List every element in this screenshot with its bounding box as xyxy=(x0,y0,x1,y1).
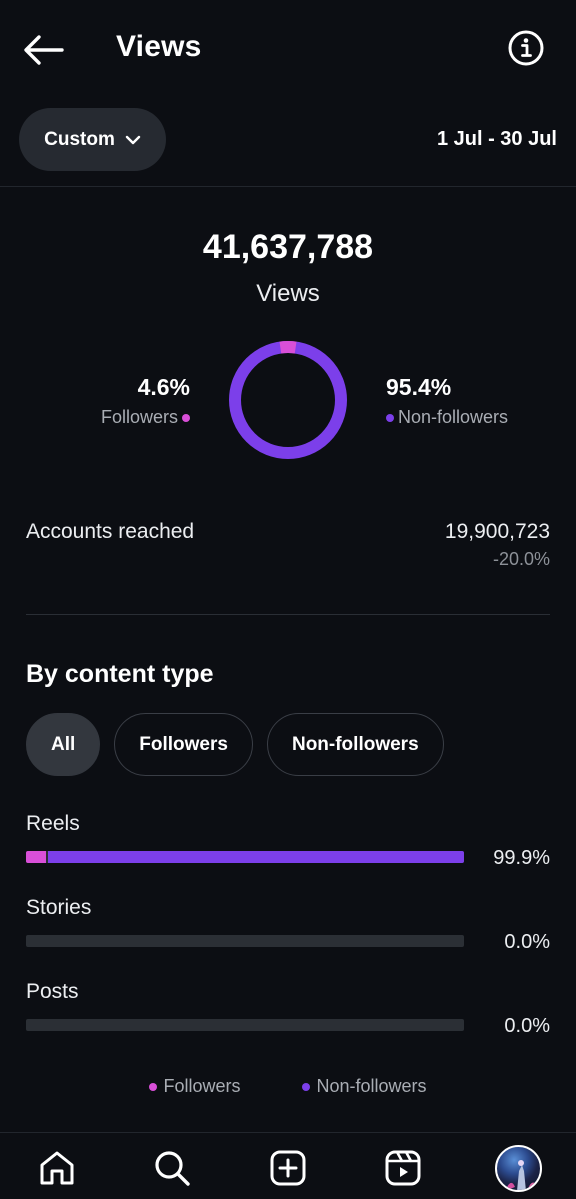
bar-followers-segment xyxy=(26,851,46,863)
legend-followers-label: Followers xyxy=(163,1076,241,1096)
search-icon xyxy=(155,1151,190,1186)
nav-search[interactable] xyxy=(151,1147,193,1189)
legend-followers: Followers xyxy=(149,1076,240,1097)
content-filter-chips: All Followers Non-followers xyxy=(26,713,444,776)
legend-nonfollowers: Non-followers xyxy=(302,1076,427,1097)
bar-track xyxy=(26,1019,464,1031)
content-row-label: Posts xyxy=(26,980,79,1003)
bar-track xyxy=(26,935,464,947)
profile-avatar[interactable] xyxy=(495,1145,542,1192)
period-label: Custom xyxy=(44,128,115,150)
accounts-reached-change: -20.0% xyxy=(492,549,550,569)
nonfollowers-legend: Non-followers xyxy=(386,407,508,428)
content-row-posts: Posts 0.0% xyxy=(26,980,550,1037)
views-insights-screen: Views Custom 1 Jul - 30 Jul 41,637,788 V… xyxy=(0,0,576,1199)
nonfollowers-dot-icon xyxy=(302,1082,311,1091)
divider xyxy=(0,186,576,187)
home-icon xyxy=(40,1151,74,1185)
date-range[interactable]: 1 Jul - 30 Jul xyxy=(437,128,557,151)
total-views-value: 41,637,788 xyxy=(202,228,374,266)
bottom-nav xyxy=(0,1132,576,1199)
chevron-down-icon xyxy=(125,135,141,144)
section-title: By content type xyxy=(26,660,214,688)
followers-legend: Followers xyxy=(101,407,190,428)
content-row-percent: 99.9% xyxy=(493,847,550,869)
bar-track xyxy=(26,851,464,863)
legend-nonfollowers-label: Non-followers xyxy=(316,1076,427,1096)
page-title: Views xyxy=(116,30,202,63)
back-button[interactable] xyxy=(22,30,66,70)
accounts-reached-label: Accounts reached xyxy=(26,520,195,543)
donut-followers-arc xyxy=(279,341,297,354)
divider xyxy=(26,614,550,615)
chip-followers[interactable]: Followers xyxy=(114,713,253,776)
filter-row: Custom 1 Jul - 30 Jul xyxy=(0,108,576,172)
content-row-percent: 0.0% xyxy=(504,931,550,953)
chart-legend: Followers Non-followers xyxy=(0,1076,576,1097)
create-icon xyxy=(270,1150,306,1186)
followers-percent: 4.6% xyxy=(137,374,190,400)
info-button[interactable] xyxy=(508,30,544,66)
donut-nonfollowers-arc xyxy=(229,341,347,459)
avatar-image xyxy=(505,1160,538,1190)
bar-nonfollowers-segment xyxy=(48,851,464,863)
header: Views xyxy=(0,0,576,98)
content-row-label: Reels xyxy=(26,812,80,835)
content-row-label: Stories xyxy=(26,896,92,919)
views-donut-chart xyxy=(229,341,347,459)
reels-icon xyxy=(385,1150,421,1186)
nav-home[interactable] xyxy=(36,1147,78,1189)
chip-all[interactable]: All xyxy=(26,713,101,776)
nonfollowers-stat: 95.4% Non-followers xyxy=(386,374,508,428)
followers-label: Followers xyxy=(100,407,178,427)
nonfollowers-percent: 95.4% xyxy=(386,374,452,400)
period-dropdown[interactable]: Custom xyxy=(19,108,166,171)
info-icon xyxy=(508,30,544,66)
followers-dot-icon xyxy=(149,1082,158,1091)
content-row-reels: Reels 99.9% xyxy=(26,812,550,869)
content-row-stories: Stories 0.0% xyxy=(26,896,550,953)
chip-nonfollowers[interactable]: Non-followers xyxy=(266,713,444,776)
total-views-label: Views xyxy=(256,280,320,307)
followers-stat: 4.6% Followers xyxy=(101,374,190,428)
nav-reels[interactable] xyxy=(382,1147,424,1189)
arrow-left-icon xyxy=(24,35,64,65)
nonfollowers-label: Non-followers xyxy=(398,407,509,427)
nav-create[interactable] xyxy=(267,1147,309,1189)
nonfollowers-dot-icon xyxy=(386,413,394,422)
accounts-reached-value: 19,900,723 xyxy=(444,520,550,543)
content-row-percent: 0.0% xyxy=(504,1015,550,1037)
followers-dot-icon xyxy=(182,413,190,422)
